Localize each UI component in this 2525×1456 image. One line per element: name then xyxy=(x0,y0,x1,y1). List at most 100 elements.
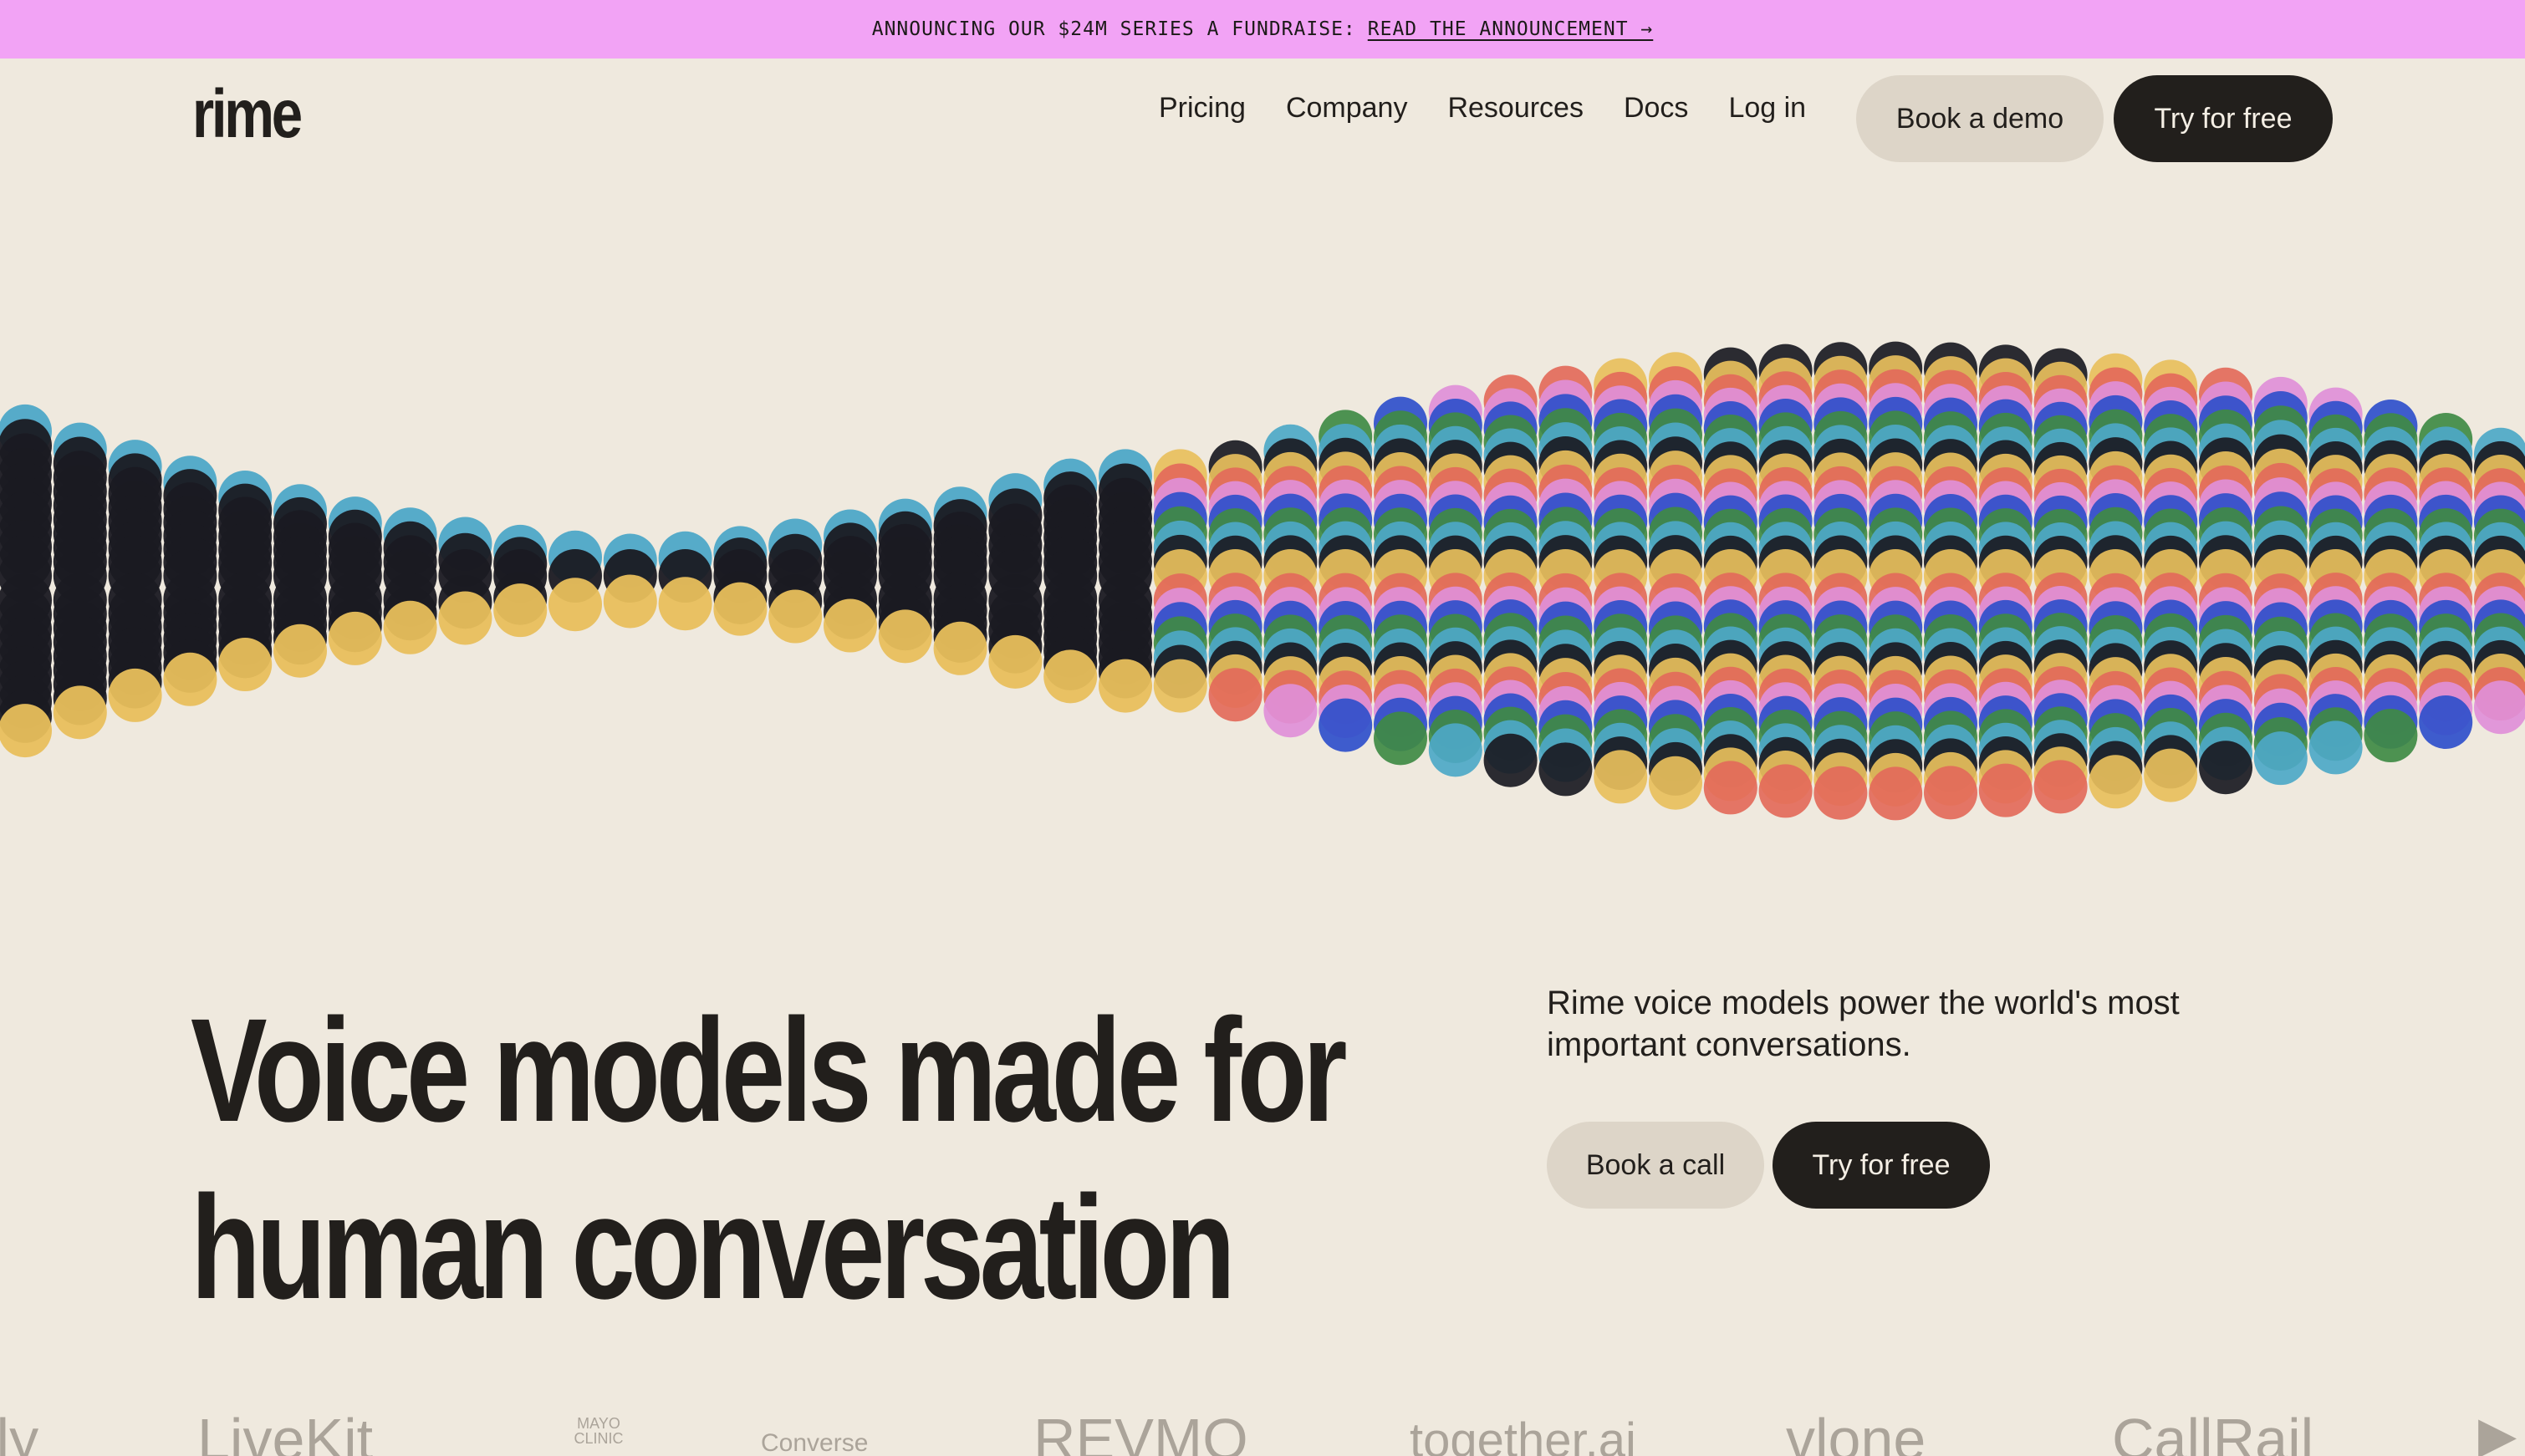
nav-docs[interactable]: Docs xyxy=(1624,92,1688,125)
wave-dot xyxy=(1924,766,1977,820)
wave-dot xyxy=(1099,659,1152,713)
rime-logo[interactable]: rime xyxy=(192,80,303,149)
wave-dot xyxy=(2474,680,2525,735)
wave-column xyxy=(1594,358,1648,804)
wave-dot xyxy=(1263,684,1318,738)
wave-dot xyxy=(218,638,273,692)
logo-converse: Converse xyxy=(761,1429,869,1456)
wave-dot xyxy=(1869,766,1923,821)
logo-livekit: LiveKit xyxy=(197,1407,374,1456)
wave-dot xyxy=(2089,755,2143,809)
main-nav: Pricing Company Resources Docs Log in xyxy=(1159,92,1806,125)
wave-column xyxy=(1869,341,1923,821)
wave-column xyxy=(1703,347,1757,815)
wave-column xyxy=(713,526,768,636)
nav-company[interactable]: Company xyxy=(1286,92,1408,125)
wave-column xyxy=(603,533,657,629)
wave-column xyxy=(933,486,987,675)
nav-resources[interactable]: Resources xyxy=(1447,92,1584,125)
voice-wave-graphic xyxy=(0,341,2525,821)
wave-column xyxy=(328,496,382,665)
wave-dot xyxy=(2364,709,2418,763)
wave-column xyxy=(2419,413,2473,749)
wave-column xyxy=(1813,342,1868,820)
wave-column xyxy=(2308,387,2363,775)
customer-logos: ily LiveKit MAYO CLINIC Converse REVMO t… xyxy=(0,1404,2525,1456)
play-triangle-icon: ▶ xyxy=(2478,1407,2517,1456)
wave-dot xyxy=(1043,649,1098,704)
wave-column xyxy=(383,507,437,654)
wave-column xyxy=(824,509,877,653)
logo-mayo-clinic: MAYO CLINIC xyxy=(574,1415,624,1447)
headline-line-1: Voice models made for xyxy=(191,989,1348,1153)
wave-dot xyxy=(2253,731,2308,786)
try-free-hero-button[interactable]: Try for free xyxy=(1773,1122,1990,1209)
logo-callrail: CallRail xyxy=(2112,1407,2314,1456)
wave-dot xyxy=(493,583,548,638)
wave-dot xyxy=(1649,756,1702,810)
wave-column xyxy=(1483,374,1538,787)
wave-column xyxy=(548,530,602,632)
wave-column xyxy=(1153,449,1207,713)
wave-dot xyxy=(1428,723,1482,777)
nav-pricing[interactable]: Pricing xyxy=(1159,92,1246,125)
logo-vlone: vlone xyxy=(1786,1407,1926,1456)
wave-column xyxy=(273,484,327,678)
wave-dot xyxy=(713,582,768,636)
hero-subtitle: Rime voice models power the world's most… xyxy=(1547,985,2180,1063)
wave-dot xyxy=(1374,711,1427,766)
headline-line-2: human conversation xyxy=(191,1166,1236,1330)
wave-dot xyxy=(0,704,52,758)
wave-column xyxy=(1043,458,1098,704)
wave-column xyxy=(2089,353,2143,809)
wave-dot xyxy=(383,600,437,654)
wave-column xyxy=(2364,399,2418,763)
wave-dot xyxy=(824,598,877,653)
wave-dot xyxy=(988,634,1043,689)
wave-column xyxy=(2474,427,2525,735)
wave-column xyxy=(493,524,548,638)
wave-column xyxy=(0,404,52,758)
wave-column xyxy=(1374,396,1427,766)
wave-column xyxy=(1319,410,1373,752)
wave-column xyxy=(1428,384,1482,777)
wave-dot xyxy=(2144,748,2198,802)
wave-dot xyxy=(1153,659,1207,713)
wave-column xyxy=(108,440,162,722)
announcement-link[interactable]: READ THE ANNOUNCEMENT → xyxy=(1368,18,1654,40)
wave-column xyxy=(2199,367,2252,795)
wave-column xyxy=(1649,352,1702,810)
wave-dot xyxy=(658,577,712,631)
banner-text: ANNOUNCING OUR $24M SERIES A FUNDRAISE: xyxy=(871,18,1356,40)
wave-dot xyxy=(548,578,602,632)
wave-column xyxy=(1538,365,1593,797)
wave-dot xyxy=(878,609,932,664)
wave-dot xyxy=(163,652,217,706)
try-free-header-button[interactable]: Try for free xyxy=(2114,75,2333,162)
wave-dot xyxy=(2419,695,2473,749)
book-call-button[interactable]: Book a call xyxy=(1547,1122,1764,1209)
wave-column xyxy=(658,531,712,631)
wave-column xyxy=(438,517,492,645)
wave-column xyxy=(1208,440,1262,722)
nav-login[interactable]: Log in xyxy=(1728,92,1806,125)
wave-dot xyxy=(53,685,107,740)
logo-ily: ily xyxy=(0,1407,39,1456)
wave-dot xyxy=(328,611,382,665)
wave-column xyxy=(1978,344,2033,817)
wave-column xyxy=(53,422,107,740)
book-demo-button[interactable]: Book a demo xyxy=(1856,75,2104,162)
wave-dot xyxy=(1538,742,1593,797)
wave-dot xyxy=(1813,766,1868,820)
logo-together-ai: together.ai xyxy=(1410,1413,1636,1456)
wave-dot xyxy=(933,621,987,675)
wave-column xyxy=(1758,344,1813,818)
wave-dot xyxy=(273,624,327,678)
wave-column xyxy=(768,518,823,644)
announcement-banner: ANNOUNCING OUR $24M SERIES A FUNDRAISE: … xyxy=(0,0,2525,59)
wave-dot xyxy=(1319,698,1373,752)
wave-column xyxy=(1924,342,1977,820)
wave-dot xyxy=(438,591,492,645)
wave-column xyxy=(218,470,273,692)
wave-column xyxy=(2253,376,2308,786)
